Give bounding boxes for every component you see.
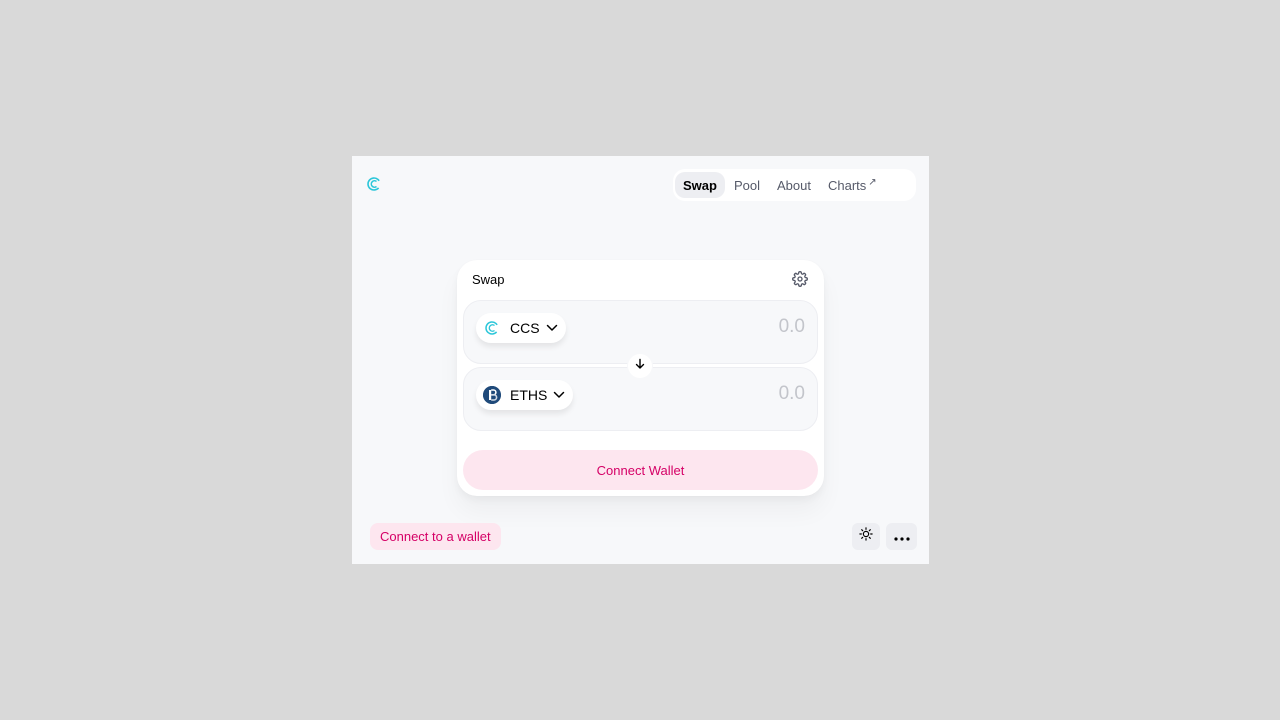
theme-toggle-button[interactable] [852,523,880,550]
more-dots-icon [893,528,910,546]
chevron-down-icon [553,386,565,404]
input-token-select[interactable]: CCS [476,313,566,343]
input-token-symbol: CCS [510,320,540,336]
nav-charts[interactable]: Charts ↗ [820,172,885,198]
arrow-down-icon [634,357,646,375]
settings-gear-icon[interactable] [792,271,808,287]
app-window: Swap Pool About Charts ↗ Swap CCS 0.0 ET… [352,156,929,564]
more-menu-button[interactable] [886,523,917,550]
ccs-logo-icon [483,319,501,337]
chevron-down-icon [546,319,558,337]
nav-pool-label: Pool [733,177,760,193]
connect-to-wallet-label: Connect to a wallet [380,529,491,544]
swap-card-title: Swap [472,272,505,287]
switch-direction-button[interactable] [627,353,653,379]
connect-to-wallet-button[interactable]: Connect to a wallet [370,523,501,550]
nav-swap-label: Swap [683,177,717,193]
sun-icon [859,527,873,546]
nav-about-label: About [777,177,811,193]
connect-wallet-button[interactable]: Connect Wallet [463,450,818,490]
output-token-symbol: ETHS [510,387,548,403]
eths-logo-icon [483,386,501,404]
input-amount-field[interactable] [655,316,805,338]
output-amount-field[interactable] [655,383,805,405]
nav-swap[interactable]: Swap [675,172,725,198]
nav-about[interactable]: About [769,172,819,198]
swap-card: Swap CCS 0.0 ETHS 0.0 Connect Wallet [457,260,824,496]
output-token-select[interactable]: ETHS [476,380,574,410]
nav-pool[interactable]: Pool [726,172,768,198]
external-link-icon: ↗ [868,176,877,188]
top-nav: Swap Pool About Charts ↗ [673,169,916,201]
app-logo-icon[interactable] [366,176,382,192]
nav-charts-label: Charts [827,177,867,193]
